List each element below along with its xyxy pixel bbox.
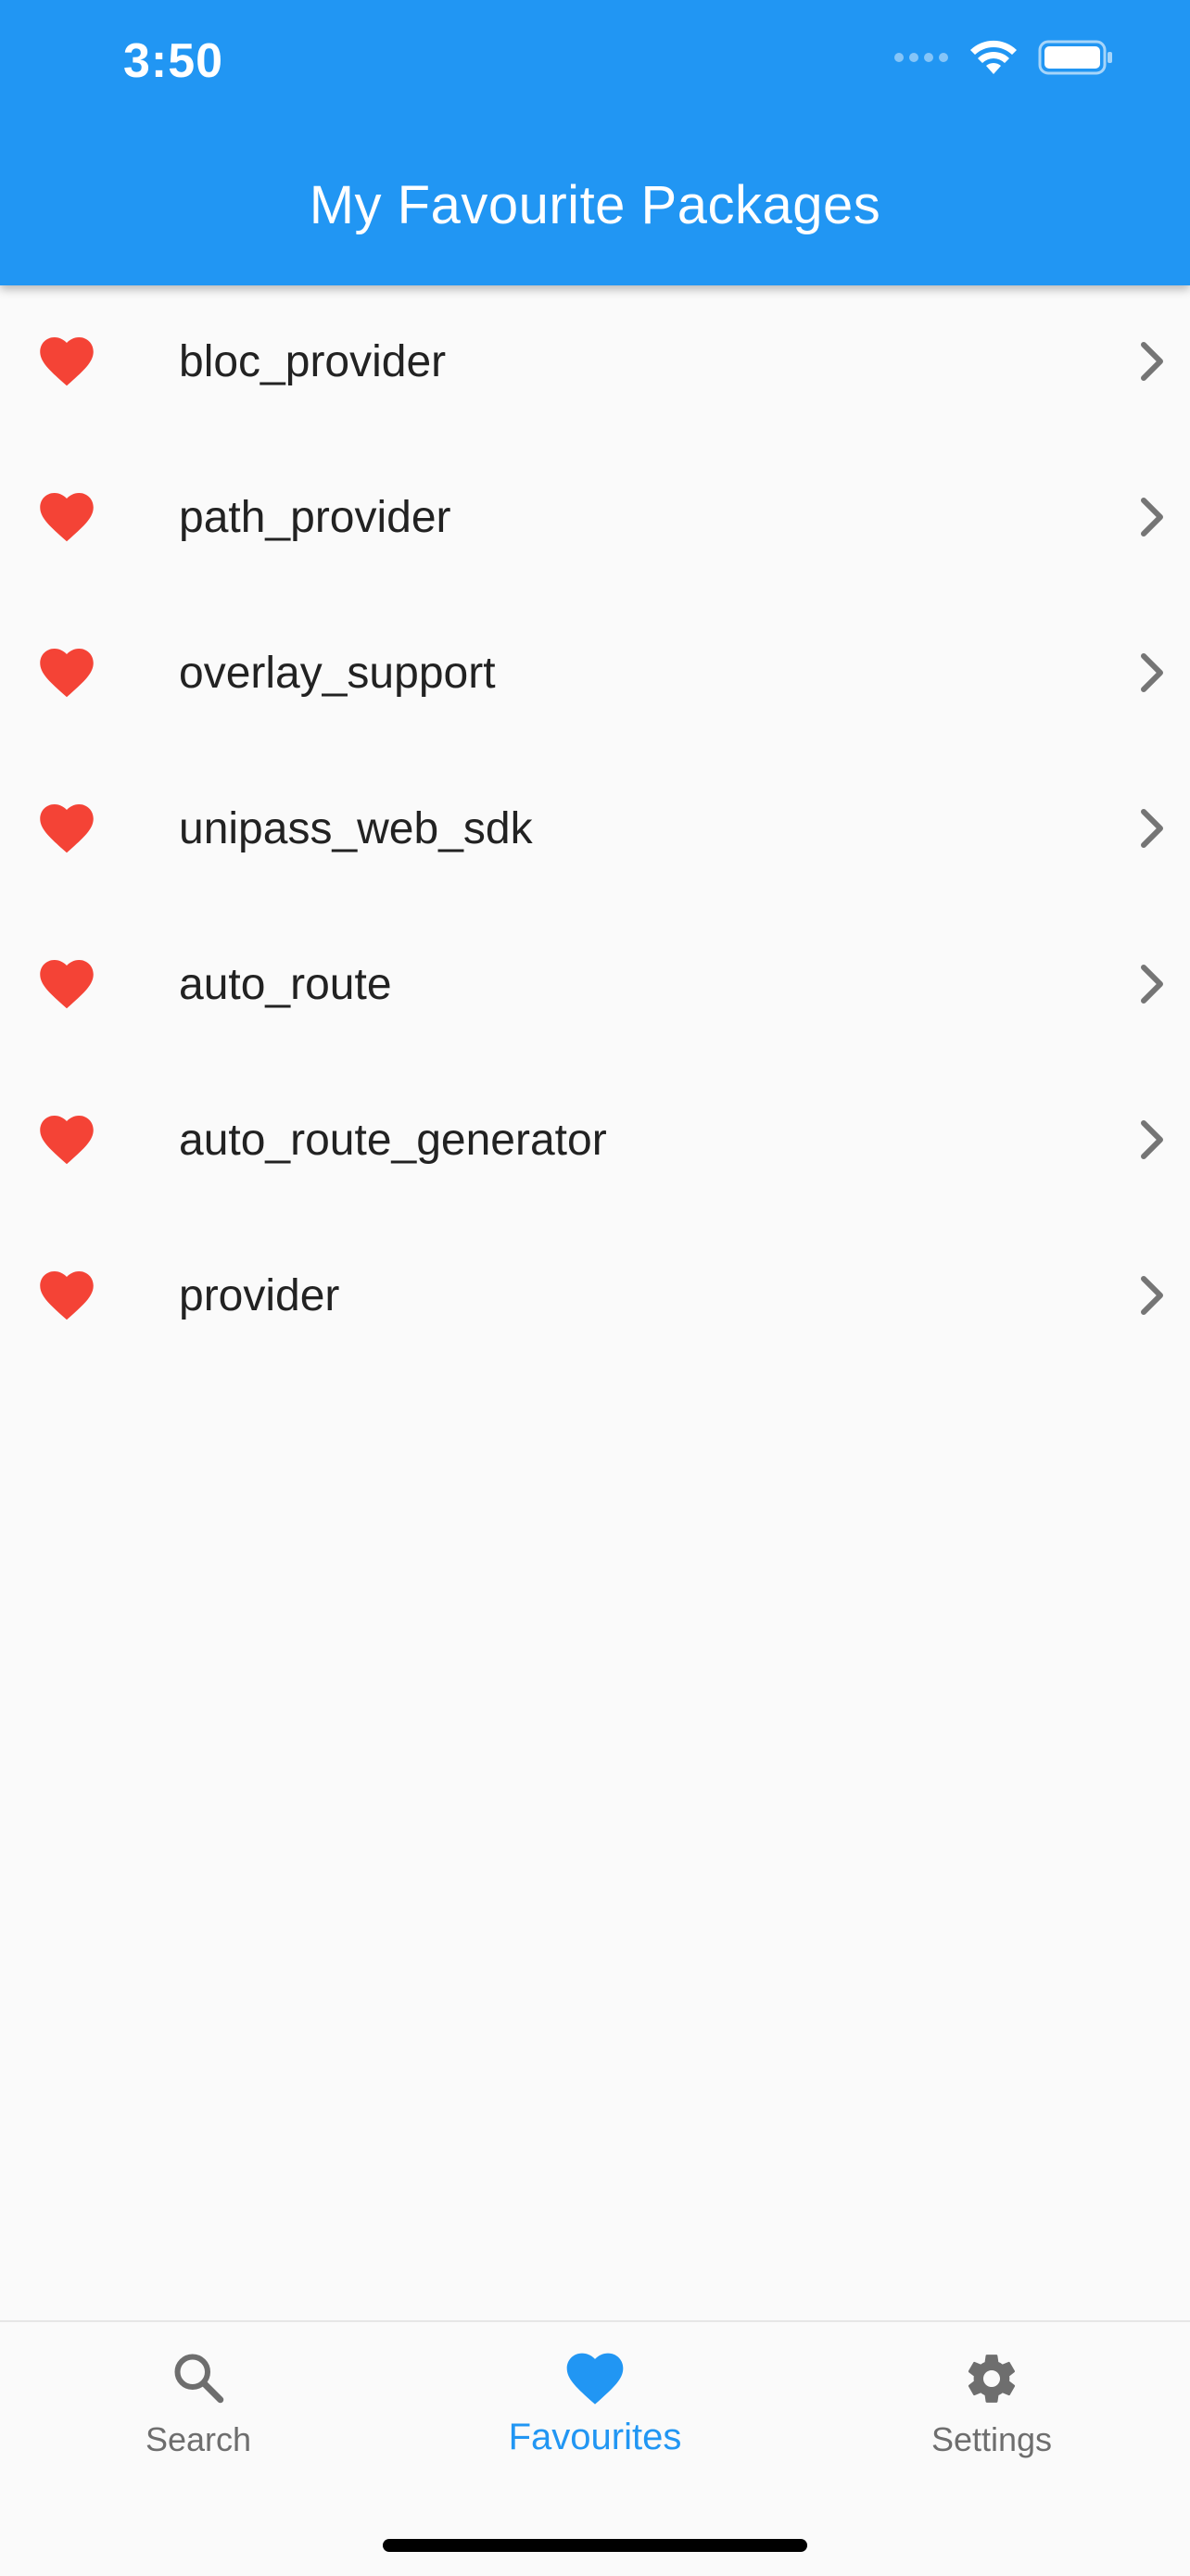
gear-icon (968, 2355, 1016, 2403)
chevron-right-icon (1141, 1276, 1163, 1315)
chevron-right-icon (1141, 1120, 1163, 1159)
bottom-navigation-bar: Search Favourites Settings (0, 2320, 1190, 2576)
heart-icon (566, 2353, 624, 2405)
favourites-list: bloc_provider path_provider overlay_supp… (0, 285, 1190, 1373)
list-item-label: unipass_web_sdk (179, 803, 533, 853)
list-item[interactable]: provider (0, 1218, 1190, 1373)
chevron-right-icon (1141, 342, 1163, 381)
cellular-signal-icon (894, 53, 948, 62)
tab-search[interactable]: Search (0, 2322, 397, 2507)
list-item-label: path_provider (179, 492, 451, 542)
list-item[interactable]: overlay_support (0, 595, 1190, 751)
chevron-right-icon (1141, 653, 1163, 692)
status-icons (893, 39, 1114, 76)
tab-search-label: Search (145, 2420, 252, 2458)
list-item-label: overlay_support (179, 648, 496, 698)
tab-settings-label: Settings (930, 2420, 1053, 2458)
list-item[interactable]: bloc_provider (0, 284, 1190, 439)
home-indicator[interactable] (383, 2539, 807, 2552)
heart-icon (40, 649, 94, 698)
list-item[interactable]: path_provider (0, 439, 1190, 595)
list-item[interactable]: auto_route_generator (0, 1062, 1190, 1218)
tab-favourites-label: Favourites (508, 2417, 682, 2457)
heart-icon (40, 1271, 94, 1320)
list-item-label: auto_route_generator (179, 1115, 607, 1165)
chevron-right-icon (1141, 965, 1163, 1004)
list-item[interactable]: unipass_web_sdk (0, 751, 1190, 906)
list-item-label: bloc_provider (179, 336, 447, 386)
status-time: 3:50 (123, 34, 224, 88)
heart-icon (40, 493, 94, 542)
tab-favourites[interactable]: Favourites (397, 2322, 793, 2507)
app-bar: 3:50 My Favourite Packages (0, 0, 1190, 285)
list-item-label: auto_route (179, 959, 392, 1009)
battery-icon (1038, 40, 1112, 75)
search-icon (174, 2354, 224, 2404)
page-title: My Favourite Packages (309, 175, 881, 235)
chevron-right-icon (1141, 498, 1163, 537)
heart-icon (40, 337, 94, 386)
chevron-right-icon (1141, 809, 1163, 848)
list-item-label: provider (179, 1270, 340, 1320)
heart-icon (40, 1116, 94, 1165)
heart-icon (40, 960, 94, 1009)
wifi-icon (970, 40, 1017, 74)
tab-settings[interactable]: Settings (793, 2322, 1190, 2507)
list-item[interactable]: auto_route (0, 906, 1190, 1062)
heart-icon (40, 804, 94, 853)
